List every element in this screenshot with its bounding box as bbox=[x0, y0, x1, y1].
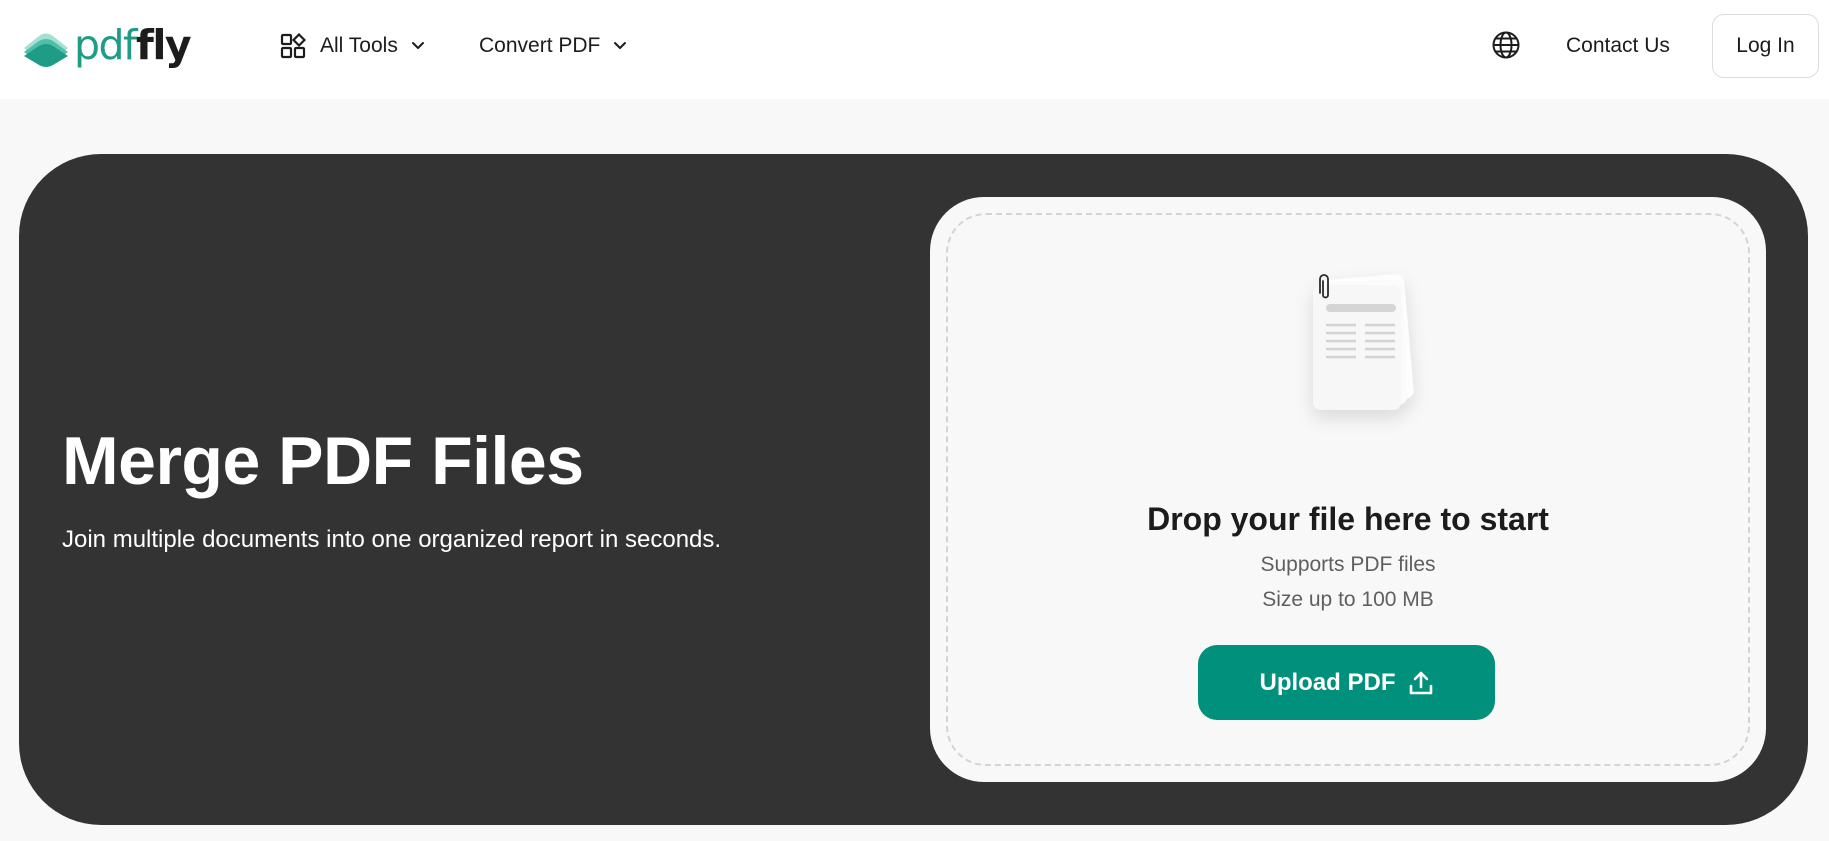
site-header: pdffly All Tools Convert PDF Contact Us … bbox=[0, 0, 1829, 99]
pdffly-logo[interactable]: pdffly bbox=[22, 20, 192, 72]
hero-section: Merge PDF Files Join multiple documents … bbox=[19, 154, 1808, 825]
nav-convert-pdf-label: Convert PDF bbox=[479, 34, 601, 57]
stacked-leaf-logo-icon bbox=[24, 33, 68, 67]
chevron-down-icon bbox=[411, 42, 424, 49]
nav-convert-pdf[interactable]: Convert PDF bbox=[479, 30, 628, 62]
contact-us-link[interactable]: Contact Us bbox=[1566, 30, 1670, 62]
dropzone-title: Drop your file here to start bbox=[1147, 501, 1549, 537]
nav-all-tools[interactable]: All Tools bbox=[280, 30, 426, 62]
grid-shapes-icon bbox=[280, 33, 306, 59]
page-title: Merge PDF Files bbox=[62, 423, 584, 499]
chevron-down-icon bbox=[614, 42, 627, 49]
stacked-documents-with-paperclip-icon bbox=[1313, 274, 1414, 410]
page-subtitle: Join multiple documents into one organiz… bbox=[62, 526, 722, 553]
upload-arrow-icon bbox=[1409, 671, 1432, 694]
upload-pdf-label: Upload PDF bbox=[1259, 668, 1396, 696]
dropzone-size-limit: Size up to 100 MB bbox=[1262, 588, 1434, 611]
upload-pdf-button[interactable]: Upload PDF bbox=[1198, 645, 1495, 720]
logo-wordmark: pdffly bbox=[74, 20, 192, 69]
nav-all-tools-label: All Tools bbox=[320, 34, 398, 57]
globe-icon[interactable] bbox=[1491, 30, 1521, 60]
dropzone-supported-formats: Supports PDF files bbox=[1260, 553, 1436, 576]
upload-card: Drop your file here to start Supports PD… bbox=[930, 197, 1766, 782]
login-button[interactable]: Log In bbox=[1712, 14, 1819, 78]
